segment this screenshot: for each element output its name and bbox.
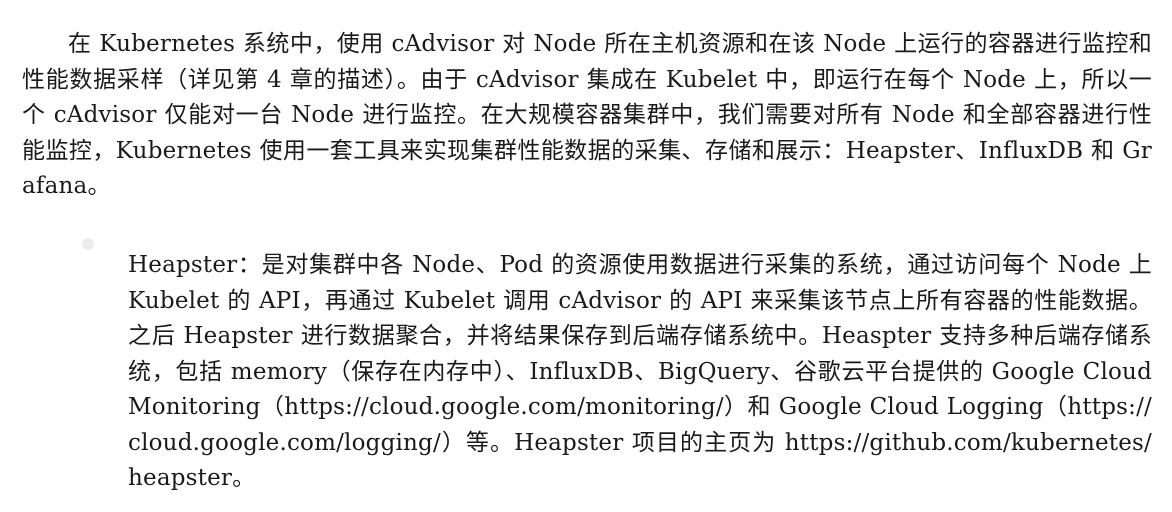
heapster-bullet-text: Heapster：是对集群中各 Node、Pod 的资源使用数据进行采集的系统，… (128, 252, 1152, 491)
intro-paragraph: 在 Kubernetes 系统中，使用 cAdvisor 对 Node 所在主机… (22, 31, 1152, 199)
document-page: 在 Kubernetes 系统中，使用 cAdvisor 对 Node 所在主机… (0, 0, 1172, 512)
bullet-icon (82, 238, 94, 250)
